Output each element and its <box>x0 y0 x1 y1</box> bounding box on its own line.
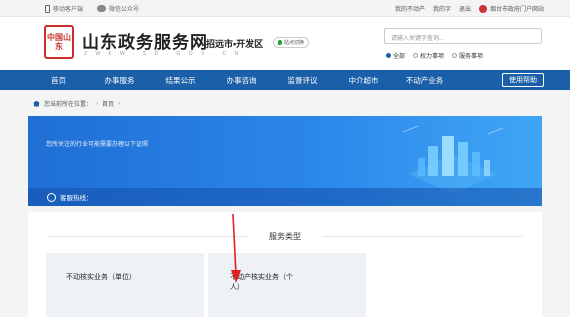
site-switch-button[interactable]: 站点切换 <box>273 37 310 48</box>
gov-portal-label: 烟台市政府门户网站 <box>489 7 544 13</box>
hero-banner: 您所关注的行业可能需要办理以下证照 客服热线： <box>28 116 542 206</box>
mobile-client-label: 移动客户端 <box>53 7 84 13</box>
nav-item-home[interactable]: 首页 <box>28 70 89 90</box>
site-title[interactable]: 山东政务服务网 <box>82 28 208 53</box>
search-option-all-label: 全部 <box>393 54 406 60</box>
hotline: 客服热线： <box>47 192 93 202</box>
breadcrumb: 您当前所在位置： › 首页 › <box>33 99 120 108</box>
nav-items: 首页 办事服务 结果公示 办事咨询 监督评议 中介超市 不动产业务 <box>28 70 455 90</box>
search-option-all[interactable]: 全部 <box>386 51 405 60</box>
service-types-panel: 服务类型 不动核实业务（单位） 不动产核实业务（个人） <box>28 212 542 317</box>
site-logo-seal[interactable]: 中国山东 <box>44 25 74 59</box>
radio-icon <box>452 53 458 58</box>
breadcrumb-separator: › <box>96 100 99 107</box>
search-option-power-label: 权力事项 <box>420 54 445 60</box>
divider <box>322 236 522 237</box>
site-domain-subtitle: Z W F W . S D . G O V . C N <box>84 51 242 57</box>
service-card-label: 不动核实业务（单位） <box>66 274 136 281</box>
nav-item-agency-market[interactable]: 中介超市 <box>333 70 394 90</box>
nav-item-supervision[interactable]: 监督评议 <box>272 70 333 90</box>
my-word-link[interactable]: 我的字 <box>433 4 451 13</box>
city-illustration <box>402 125 504 194</box>
my-realestate-link[interactable]: 我的不动产 <box>395 4 425 13</box>
service-card-personal[interactable]: 不动产核实业务（个人） <box>208 253 366 317</box>
location-pin-icon <box>278 40 282 45</box>
main-nav: 首页 办事服务 结果公示 办事咨询 监督评议 中介超市 不动产业务 使用帮助 <box>0 70 570 90</box>
phone-icon <box>45 4 50 13</box>
logout-link[interactable]: 退出 <box>459 4 471 13</box>
search-input[interactable]: 请输入关键字查询... <box>384 28 542 44</box>
site-header: 中国山东 山东政务服务网 Z W F W . S D . G O V . C N… <box>0 17 570 70</box>
breadcrumb-prefix: 您当前所在位置： <box>44 102 93 108</box>
region-name: 招远市•开发区 <box>206 39 264 49</box>
gov-portal-link[interactable]: 烟台市政府门户网站 <box>478 4 544 13</box>
wechat-icon <box>97 5 107 12</box>
nav-item-consult[interactable]: 办事咨询 <box>211 70 272 90</box>
breadcrumb-current[interactable]: 首页 <box>102 99 114 108</box>
top-utility-bar: 移动客户端 微信公众号 我的不动产 我的字 退出 烟台市政府门户网站 <box>0 0 570 17</box>
gov-emblem-icon <box>478 4 487 13</box>
help-button[interactable]: 使用帮助 <box>502 73 544 87</box>
service-card-label: 不动产核实业务（个人） <box>230 274 293 291</box>
breadcrumb-separator: › <box>118 100 121 107</box>
radio-icon <box>413 53 419 58</box>
topbar-left: 移动客户端 微信公众号 <box>45 4 139 13</box>
hotline-bar <box>28 188 542 206</box>
radio-selected-icon <box>386 53 391 58</box>
nav-item-realestate[interactable]: 不动产业务 <box>394 70 455 90</box>
search-scope-options: 全部 权力事项 服务事项 <box>386 51 483 60</box>
banner-message: 您所关注的行业可能需要办理以下证照 <box>46 142 149 148</box>
wechat-label: 微信公众号 <box>109 7 140 13</box>
wechat-link[interactable]: 微信公众号 <box>97 4 139 13</box>
smile-icon <box>47 192 56 202</box>
search-option-service-label: 服务事项 <box>459 54 484 60</box>
hotline-label: 客服热线： <box>60 195 93 202</box>
site-switch-label: 站点切换 <box>284 40 305 46</box>
nav-item-results[interactable]: 结果公示 <box>150 70 211 90</box>
search-option-power[interactable]: 权力事项 <box>413 51 444 60</box>
search-option-service[interactable]: 服务事项 <box>452 51 483 60</box>
mobile-client-link[interactable]: 移动客户端 <box>45 4 83 13</box>
home-icon <box>33 100 40 107</box>
service-card-org[interactable]: 不动核实业务（单位） <box>46 253 204 317</box>
nav-item-services[interactable]: 办事服务 <box>89 70 150 90</box>
topbar-right: 我的不动产 我的字 退出 烟台市政府门户网站 <box>395 4 544 13</box>
